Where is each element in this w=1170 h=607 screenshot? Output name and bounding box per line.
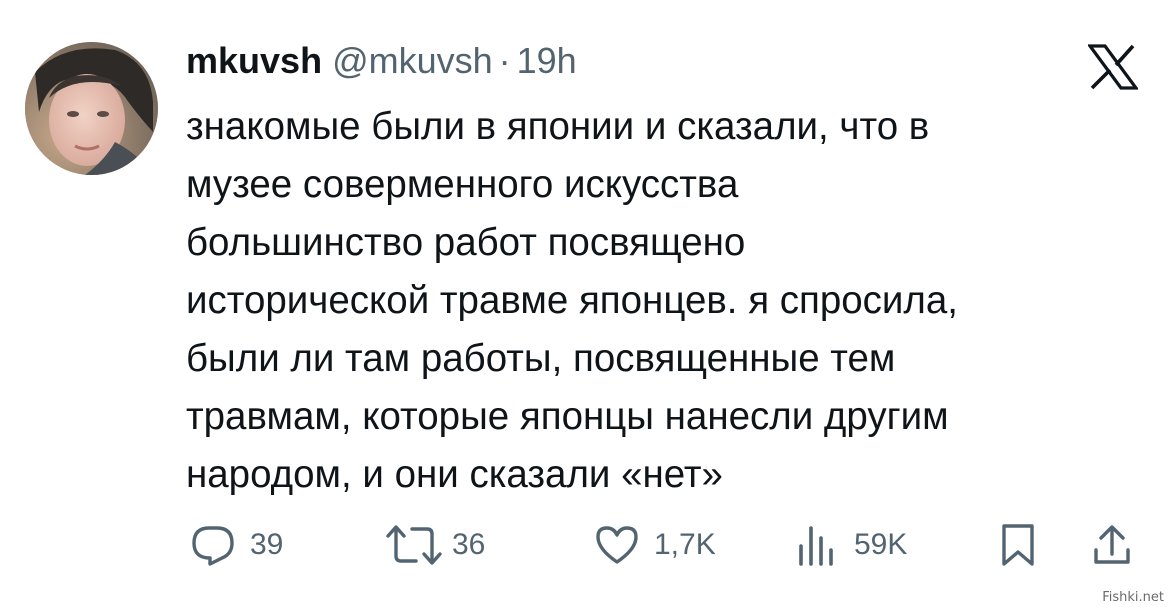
tweet-text: знакомые были в японии и сказали, что в … — [186, 98, 1146, 504]
views-count: 59K — [854, 528, 908, 561]
action-bar: 39 36 1,7K 59K — [0, 520, 1170, 570]
tweet-text-line: были ли там работы, посвященные тем — [186, 337, 896, 380]
tweet-card: mkuvsh @mkuvsh · 19h знакомые были в япо… — [0, 0, 1170, 607]
tweet-text-line: исторической травме японцев. я спросила, — [186, 279, 958, 322]
reply-button[interactable]: 39 — [190, 520, 283, 570]
repost-count: 36 — [452, 528, 486, 561]
like-count: 1,7K — [654, 528, 716, 561]
avatar[interactable] — [25, 42, 158, 175]
tweet-text-line: большинство работ посвящено — [186, 221, 746, 264]
tweet-text-line: знакомые были в японии и сказали, что в — [186, 105, 930, 148]
x-logo-icon[interactable] — [1086, 44, 1140, 90]
reply-icon — [190, 522, 236, 568]
author-display-name[interactable]: mkuvsh — [186, 40, 322, 82]
share-icon — [1092, 522, 1132, 568]
tweet-text-line: травмам, которые японцы нанесли другим — [186, 395, 949, 438]
bookmark-button[interactable] — [998, 520, 1038, 570]
avatar-image — [25, 42, 158, 175]
views-icon — [796, 522, 836, 568]
like-button[interactable]: 1,7K — [594, 520, 716, 570]
separator-dot: · — [498, 40, 511, 81]
repost-button[interactable]: 36 — [384, 520, 485, 570]
reply-count: 39 — [250, 528, 284, 561]
tweet-header: mkuvsh @mkuvsh · 19h — [186, 40, 577, 90]
share-button[interactable] — [1092, 520, 1132, 570]
repost-icon — [384, 522, 444, 568]
author-handle[interactable]: @mkuvsh — [332, 40, 493, 82]
bookmark-icon — [998, 522, 1038, 568]
views-button[interactable]: 59K — [796, 520, 907, 570]
watermark: Fishki.net — [1102, 590, 1164, 605]
tweet-timestamp[interactable]: 19h — [517, 40, 577, 82]
like-icon — [594, 522, 640, 568]
tweet-text-line: народом, и они сказали «нет» — [186, 453, 723, 496]
tweet-text-line: музее соверменного искусства — [186, 163, 739, 206]
